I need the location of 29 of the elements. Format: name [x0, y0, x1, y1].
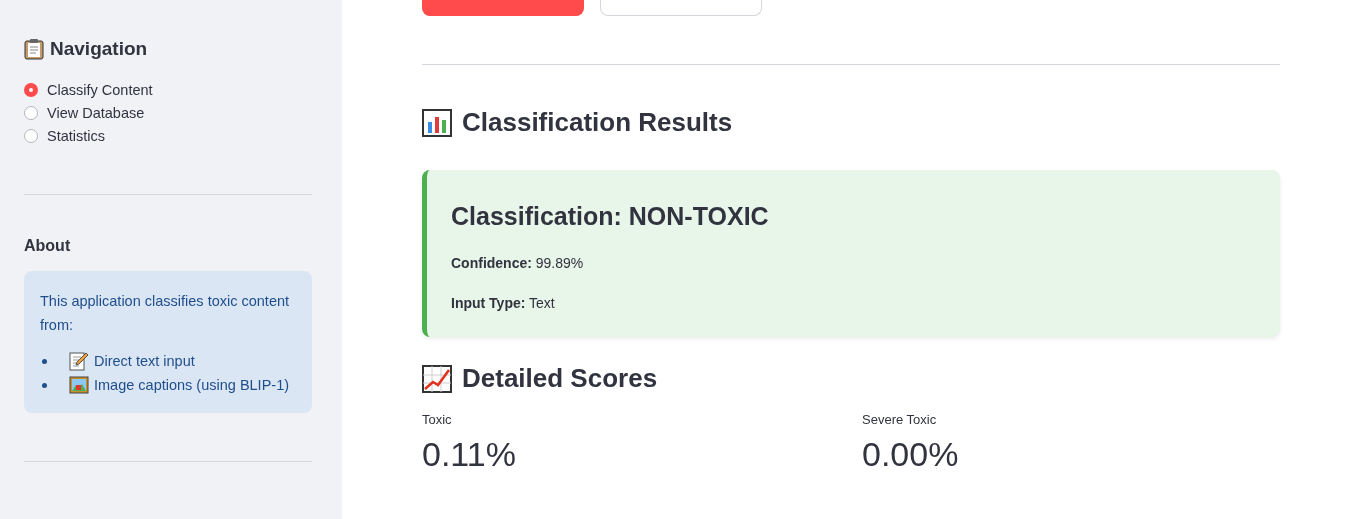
- section-heading: Navigation: [50, 38, 148, 60]
- section-heading: Detailed Scores: [462, 363, 658, 394]
- info-text: This application classifies toxic content from:: [40, 292, 291, 335]
- picture-icon: [69, 375, 89, 395]
- radio-button[interactable]: [24, 129, 38, 143]
- metric-label: Severe Toxic: [862, 412, 938, 427]
- radio-button[interactable]: [24, 106, 38, 120]
- clipboard-icon: [24, 38, 44, 60]
- section-heading: Classification Results: [462, 107, 733, 138]
- bullet-dot: [42, 383, 47, 388]
- radio-label[interactable]: Classify Content: [47, 82, 153, 98]
- radio-label[interactable]: View Database: [47, 105, 145, 121]
- metric-value: 0.00%: [862, 435, 960, 474]
- result-field: Input Type: Text: [451, 295, 1256, 311]
- bar-chart-icon: [422, 108, 452, 137]
- memo-icon: [69, 351, 89, 371]
- list-item-text: Direct text input: [94, 352, 195, 371]
- metric-value: 0.11%: [422, 435, 517, 474]
- result-title: Classification: NON-TOXIC: [451, 202, 770, 231]
- list-item-text: Image captions (using BLIP-1): [94, 376, 290, 395]
- radio-label[interactable]: Statistics: [47, 128, 105, 144]
- clear-button[interactable]: [600, 0, 762, 16]
- classify-button[interactable]: [422, 0, 584, 16]
- line-chart-icon: [422, 364, 452, 393]
- radio-button[interactable]: [24, 83, 38, 97]
- result-field: Confidence: 99.89%: [451, 255, 1256, 271]
- section-heading: About: [24, 237, 72, 255]
- metric-label: Toxic: [422, 412, 453, 427]
- bullet-dot: [42, 359, 47, 364]
